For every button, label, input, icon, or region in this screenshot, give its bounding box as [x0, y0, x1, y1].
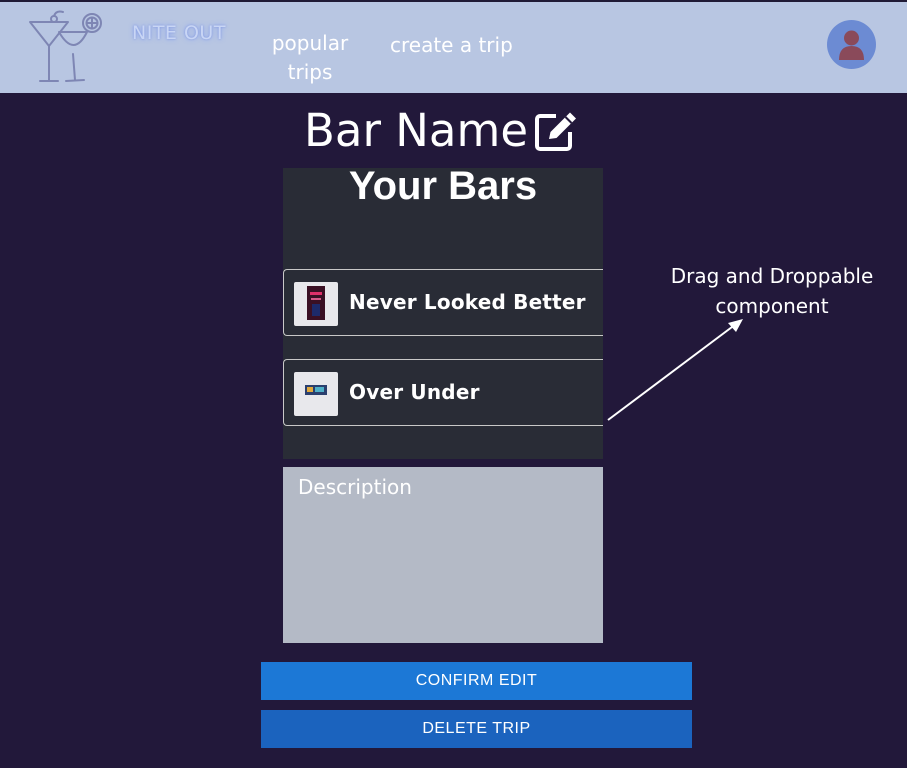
- bar-card-over-under[interactable]: Over Under: [283, 359, 603, 426]
- bar-card-never-looked-better[interactable]: Never Looked Better: [283, 269, 603, 336]
- bar-name: Never Looked Better: [349, 290, 586, 314]
- user-icon: [839, 30, 864, 60]
- top-nav-bar: NITE OUT popular trips create a trip: [0, 0, 907, 93]
- cocktail-glasses-icon[interactable]: [26, 10, 106, 88]
- delete-trip-button[interactable]: DELETE TRIP: [261, 710, 692, 748]
- nav-create-trip[interactable]: create a trip: [390, 31, 513, 60]
- poster-image: [307, 286, 325, 320]
- avatar[interactable]: [827, 20, 876, 69]
- bar-name: Over Under: [349, 380, 480, 404]
- edit-icon[interactable]: [534, 108, 579, 153]
- annotation-arrow-icon: [607, 319, 743, 421]
- page-title: Bar Name: [304, 104, 529, 157]
- description-field[interactable]: [283, 467, 603, 643]
- your-bars-panel: Your Bars Never Looked Better Over Under: [283, 164, 603, 459]
- confirm-edit-button[interactable]: CONFIRM EDIT: [261, 662, 692, 700]
- poster-image: [305, 385, 327, 395]
- brand-name[interactable]: NITE OUT: [132, 22, 226, 44]
- bar-thumbnail: [294, 282, 338, 326]
- nav-popular-trips[interactable]: popular trips: [268, 29, 352, 87]
- your-bars-heading: Your Bars: [348, 164, 538, 208]
- bar-thumbnail: [294, 372, 338, 416]
